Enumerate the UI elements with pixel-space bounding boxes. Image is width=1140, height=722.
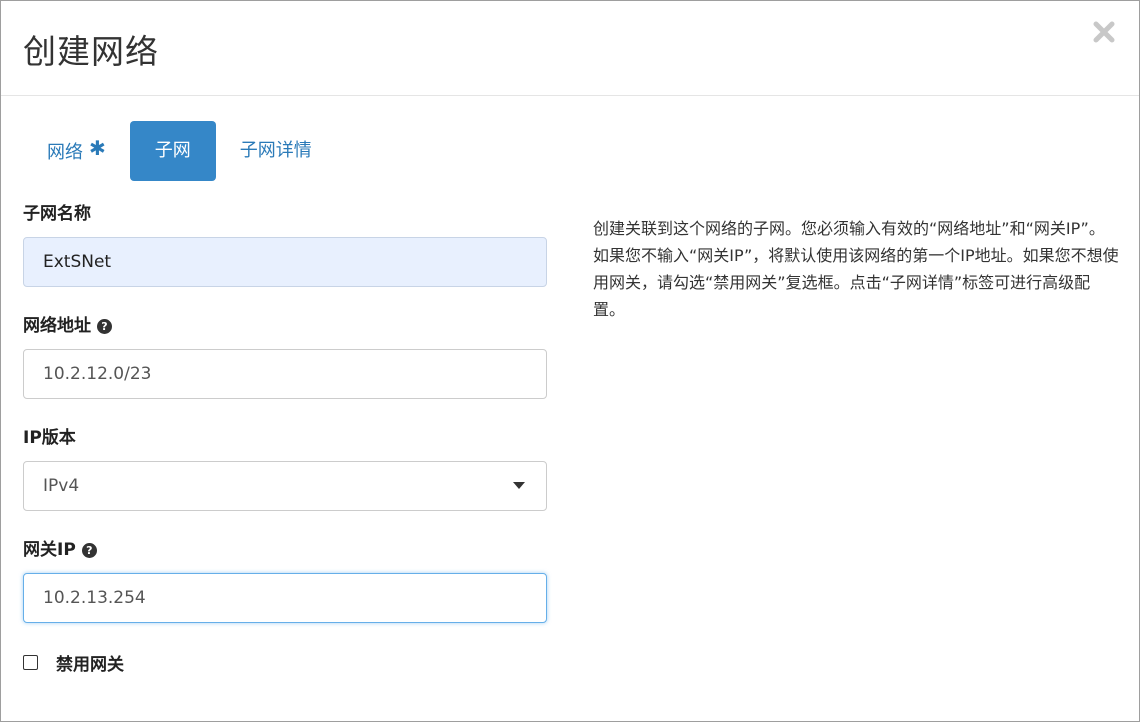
- caret-down-icon: [513, 482, 525, 489]
- tab-network[interactable]: 网络 ✱: [23, 121, 130, 181]
- network-address-group: 网络地址?: [23, 313, 547, 399]
- modal-header: 创建网络: [1, 1, 1139, 96]
- modal-title: 创建网络: [23, 32, 159, 71]
- create-network-dialog: 创建网络 网络 ✱ 子网 子网详情 子网名称 网络地址? IP版本: [0, 0, 1140, 722]
- subnet-name-input[interactable]: [23, 237, 547, 287]
- tab-subnet-details-label: 子网详情: [239, 140, 312, 161]
- tab-subnet[interactable]: 子网: [129, 121, 216, 181]
- question-circle-icon[interactable]: ?: [81, 543, 97, 558]
- gateway-ip-input[interactable]: [23, 573, 547, 623]
- subnet-name-label: 子网名称: [23, 204, 91, 224]
- tab-subnet-details[interactable]: 子网详情: [216, 121, 336, 181]
- network-address-label: 网络地址?: [23, 313, 547, 339]
- gateway-ip-group: 网关IP?: [23, 537, 547, 623]
- tab-network-label: 网络: [47, 142, 83, 163]
- ip-version-group: IP版本 IPv4: [23, 425, 547, 511]
- ip-version-selected-value: IPv4: [23, 461, 547, 511]
- close-icon[interactable]: [1091, 19, 1117, 45]
- disable-gateway-row: 禁用网关: [23, 650, 124, 675]
- tab-subnet-label: 子网: [154, 140, 191, 161]
- subnet-name-group: 子网名称: [23, 201, 547, 287]
- ip-version-select[interactable]: IPv4: [23, 461, 547, 511]
- required-asterisk-icon: ✱: [89, 136, 106, 160]
- question-circle-icon[interactable]: ?: [97, 319, 112, 334]
- gateway-ip-label: 网关IP?: [23, 537, 547, 563]
- ip-version-label: IP版本: [23, 428, 76, 448]
- tab-bar: 网络 ✱ 子网 子网详情: [23, 121, 336, 181]
- help-description: 创建关联到这个网络的子网。您必须输入有效的“网络地址”和“网关IP”。如果您不输…: [593, 219, 1119, 319]
- disable-gateway-label[interactable]: 禁用网关: [56, 650, 124, 675]
- network-address-input[interactable]: [23, 349, 547, 399]
- disable-gateway-checkbox[interactable]: [23, 654, 38, 670]
